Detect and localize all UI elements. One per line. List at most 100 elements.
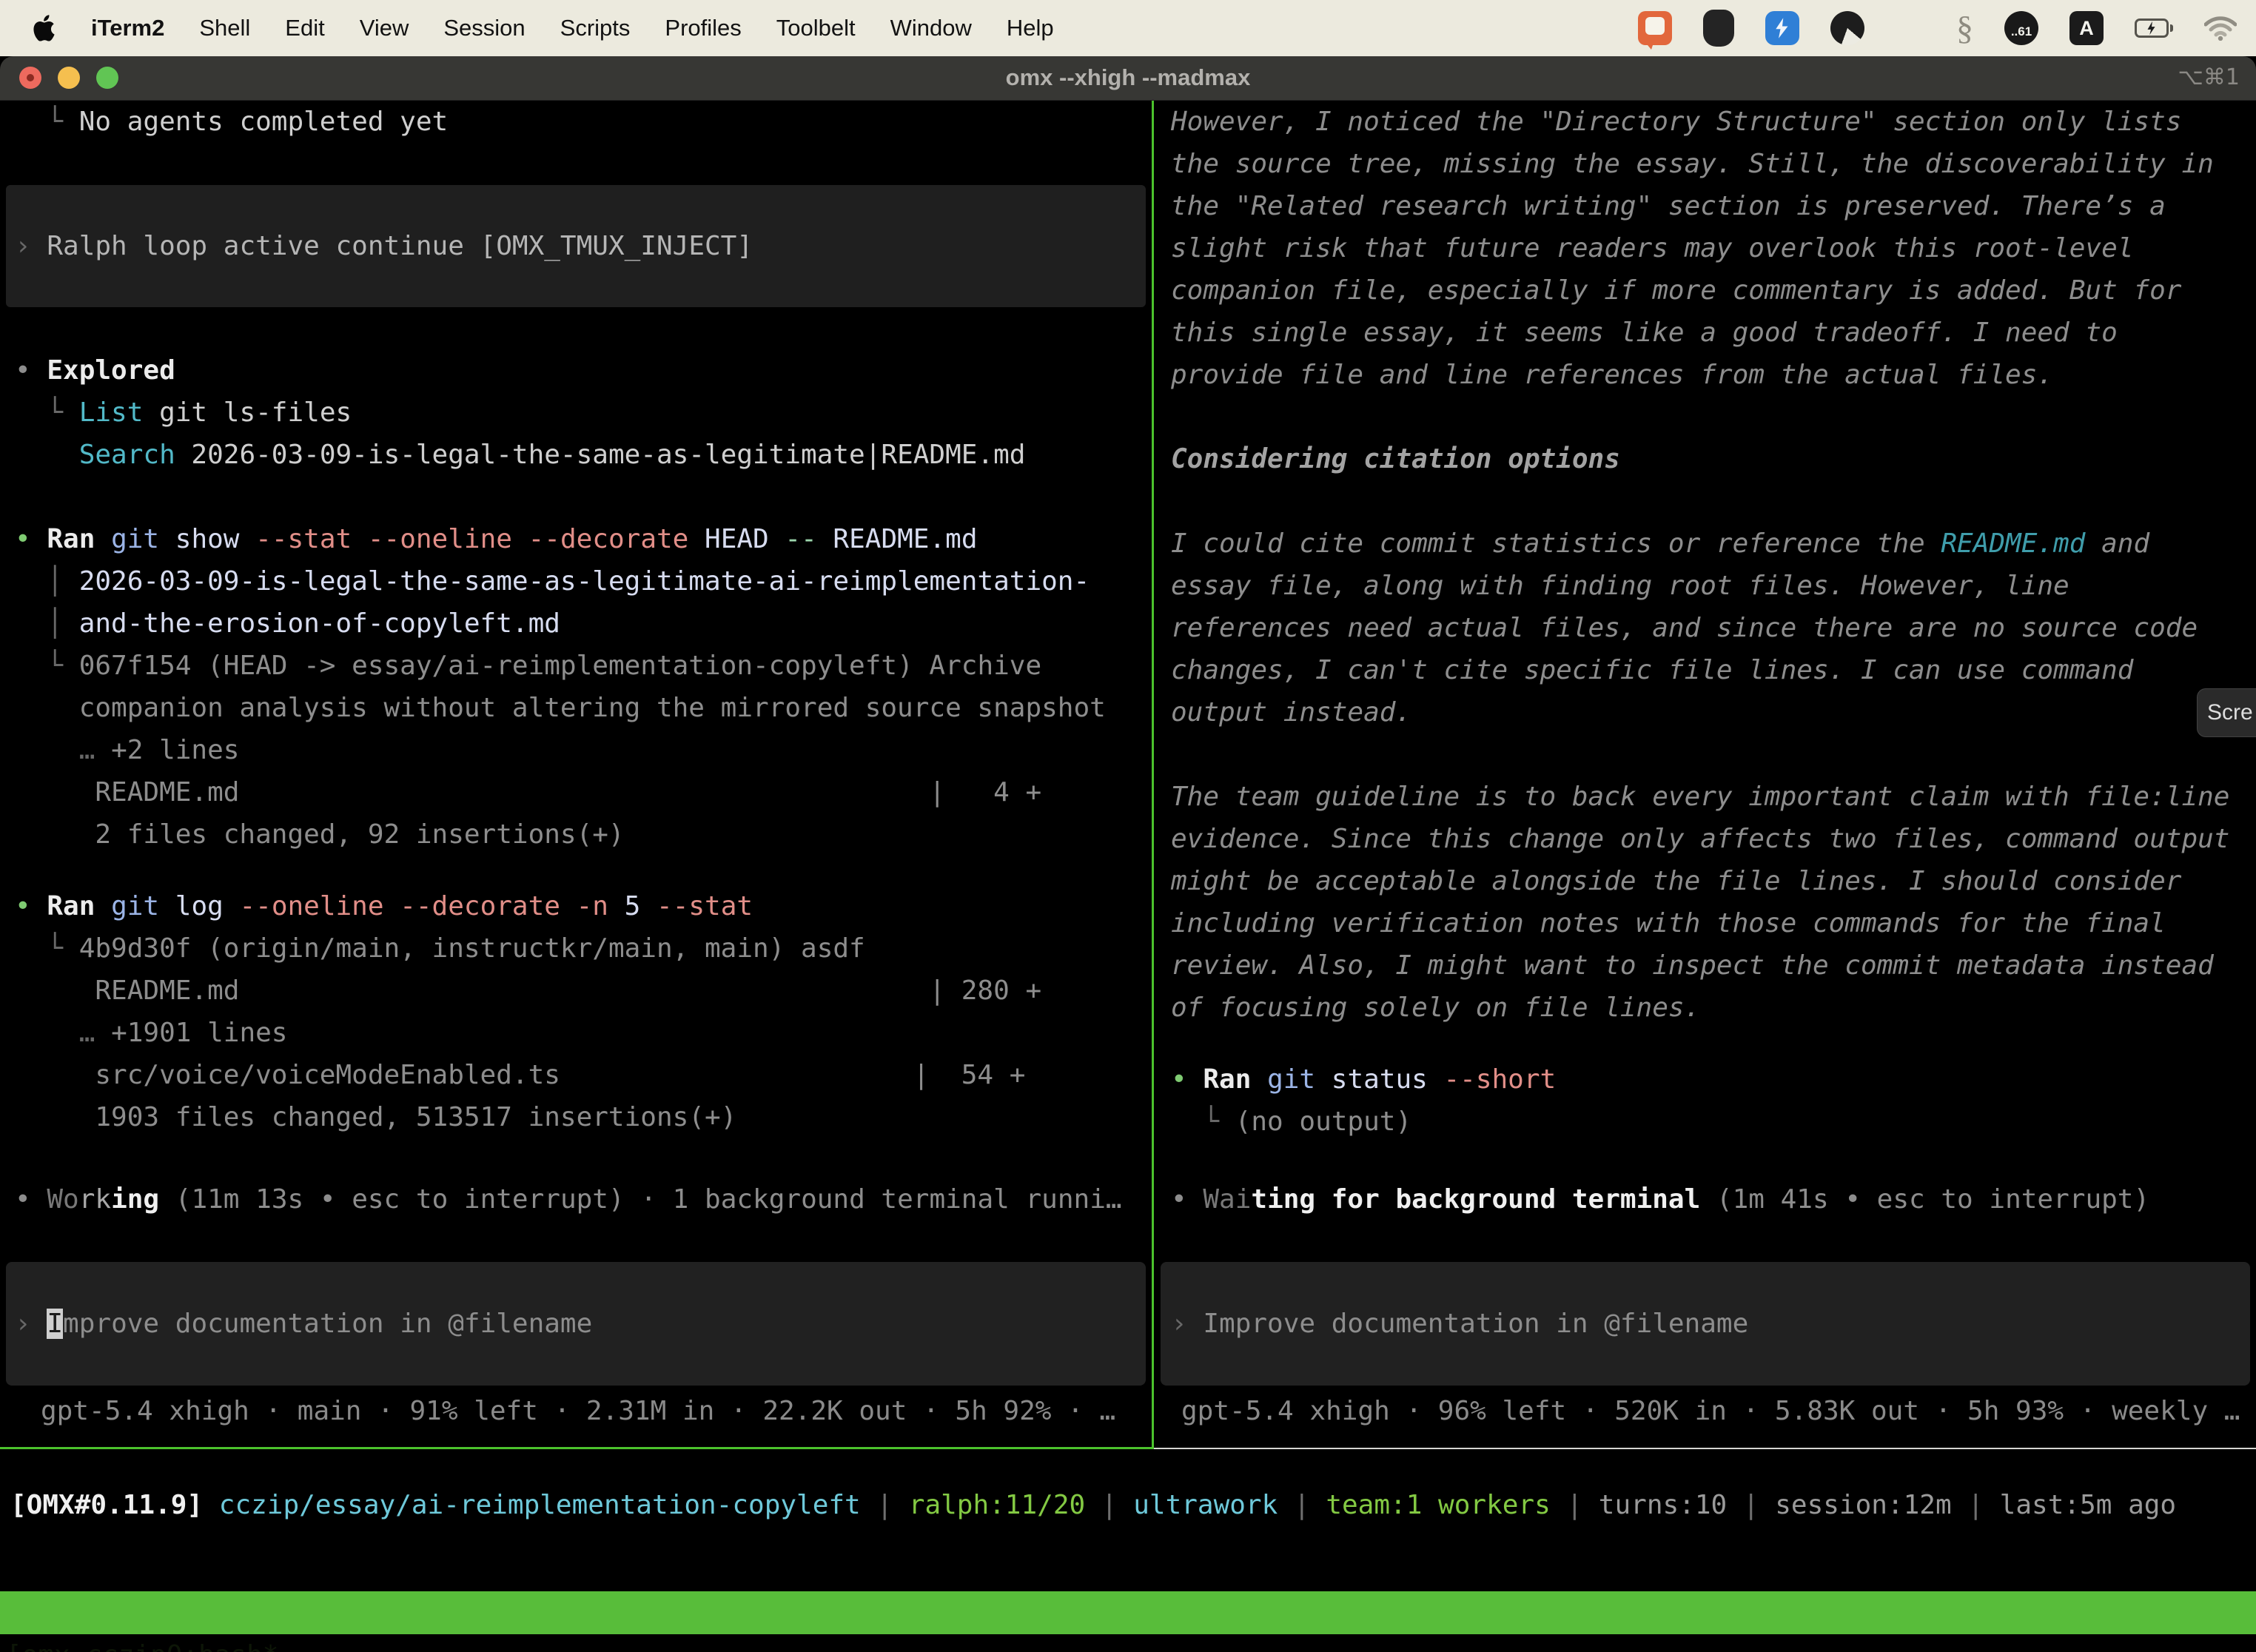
omx-status-segment: | [1085, 1490, 1133, 1520]
menu-item-iterm2[interactable]: iTerm2 [91, 15, 164, 41]
text-segment: Wai [1203, 1184, 1251, 1215]
terminal-line: references need actual files, and since … [1161, 607, 2250, 649]
terminal-blank-line [1161, 1143, 2250, 1178]
menu-item-help[interactable]: Help [1007, 15, 1054, 41]
wifi-icon[interactable] [2204, 16, 2237, 41]
text-segment: Considering citation options [1171, 444, 1620, 474]
text-segment: +2 lines [111, 735, 239, 765]
text-segment: └ [15, 397, 79, 428]
chat-icon[interactable] [1638, 11, 1672, 45]
inactive-pane-border [1154, 1448, 2256, 1449]
menu-item-profiles[interactable]: Profiles [665, 15, 741, 41]
dots-grid-icon[interactable] [1896, 13, 1925, 43]
letter-a-icon[interactable]: A [2069, 11, 2104, 45]
pie-icon[interactable] [1830, 11, 1864, 45]
text-segment: ing [111, 1184, 159, 1215]
battery-bolt [2143, 19, 2160, 37]
omx-status-segment: team:1 workers [1326, 1490, 1550, 1520]
terminal-line: including verification notes with those … [1161, 902, 2250, 944]
lightning-hex-icon[interactable] [1765, 11, 1799, 45]
screen-share-badge[interactable]: Scre [2197, 688, 2256, 737]
text-segment: slight risk that future readers may over… [1171, 233, 2133, 263]
chat-icon-inner [1645, 17, 1665, 35]
text-segment: the "Related research writing" section i… [1171, 191, 2166, 221]
terminal-message-box: › Ralph loop active continue [OMX_TMUX_I… [6, 185, 1146, 307]
tmux-window-tab[interactable]: [omx-cczip0:bash* [6, 1634, 278, 1652]
terminal-line: • Explored [6, 349, 1146, 392]
terminal-line: 2 files changed, 92 insertions(+) [6, 813, 1146, 856]
text-segment: Ran [47, 891, 111, 921]
terminal-blank-line [1161, 733, 2250, 776]
text-segment: this single essay, it seems like a good … [1171, 318, 2118, 348]
terminal-line: provide file and line references from th… [1161, 354, 2250, 396]
menu-item-toolbelt[interactable]: Toolbelt [776, 15, 856, 41]
text-segment: … [79, 735, 111, 765]
text-segment: › [15, 231, 47, 261]
text-segment: • [1171, 1064, 1203, 1095]
text-segment: • [15, 355, 47, 386]
squiggle-icon[interactable]: § [1956, 11, 1973, 45]
badge-61-icon[interactable]: ..61 [2004, 11, 2038, 45]
terminal-line: companion file, especially if more comme… [1161, 269, 2250, 312]
omx-status-segment: [OMX#0.11.9] [10, 1490, 203, 1520]
right-prompt-input[interactable]: › Improve documentation in @filename [1161, 1262, 2250, 1386]
terminal-line: might be acceptable alongside the file l… [1161, 860, 2250, 902]
text-segment: I could cite commit statistics or refere… [1171, 528, 1941, 559]
battery-icon[interactable] [2135, 19, 2173, 38]
apple-menu-icon[interactable] [30, 13, 56, 44]
terminal-line: The team guideline is to back every impo… [1161, 776, 2250, 818]
text-segment: README.md | 4 + [15, 777, 1041, 807]
text-segment: HEAD [705, 524, 785, 554]
terminal-line: • Waiting for background terminal (1m 41… [1161, 1178, 2250, 1220]
text-segment: (11m 13s • esc to interrupt) · 1 backgro… [159, 1184, 1121, 1215]
text-segment: 067f154 (HEAD -> essay/ai-reimplementati… [79, 651, 1041, 681]
menu-item-shell[interactable]: Shell [199, 15, 250, 41]
terminal-line: output instead. [1161, 691, 2250, 733]
text-segment [15, 735, 79, 765]
text-segment: provide file and line references from th… [1171, 360, 2053, 390]
menu-item-session[interactable]: Session [443, 15, 525, 41]
shield-icon[interactable] [1703, 10, 1734, 47]
tmux-panes: └ No agents completed yet › Ralph loop ac… [0, 101, 2256, 1451]
terminal-line: I could cite commit statistics or refere… [1161, 523, 2250, 565]
menu-item-view[interactable]: View [360, 15, 409, 41]
omx-status-segment [203, 1490, 219, 1520]
pane-divider[interactable] [1152, 101, 1154, 1449]
menu-item-window[interactable]: Window [890, 15, 972, 41]
active-pane-border [0, 1447, 1152, 1449]
terminal-line: review. Also, I might want to inspect th… [1161, 944, 2250, 987]
text-segment: └ [15, 107, 79, 137]
menu-item-scripts[interactable]: Scripts [560, 15, 631, 41]
omx-status-segment: cczip/essay/ai-reimplementation-copyleft [219, 1490, 861, 1520]
text-segment: might be acceptable alongside the file l… [1171, 866, 2181, 896]
text-segment: show [175, 524, 255, 554]
terminal-line: └ No agents completed yet [6, 101, 1146, 143]
terminal-blank-line [1161, 1029, 2250, 1058]
text-segment: --stat --oneline --decorate [255, 524, 705, 554]
text-segment: The team guideline is to back every impo… [1171, 782, 2229, 812]
right-input-text: Improve documentation in @filename [1203, 1309, 1748, 1339]
menu-item-edit[interactable]: Edit [285, 15, 324, 41]
text-segment: • [15, 891, 47, 921]
left-prompt-input[interactable]: › Improve documentation in @filename [6, 1262, 1146, 1386]
window-title-bar[interactable]: omx --xhigh --madmax ⌥⌘1 [0, 56, 2256, 101]
right-pane-status-line: gpt-5.4 xhigh · 96% left · 520K in · 5.8… [1181, 1390, 2240, 1432]
text-segment: git [1267, 1064, 1332, 1095]
text-segment: essay file, along with finding root file… [1171, 571, 2069, 601]
right-pane-scrollback: However, I noticed the "Directory Struct… [1161, 101, 2250, 1447]
prompt-chevron-icon: › [1171, 1309, 1203, 1339]
text-segment: Ran [47, 524, 111, 554]
left-pane-status-line: gpt-5.4 xhigh · main · 91% left · 2.31M … [41, 1390, 1115, 1432]
text-segment: src/voice/voiceModeEnabled.ts | 54 + [15, 1060, 1025, 1090]
text-segment: output instead. [1171, 697, 1411, 728]
text-segment: changes, I can't cite specific file line… [1171, 655, 2133, 685]
iterm-window: omx --xhigh --madmax ⌥⌘1 └ No agents com… [0, 56, 2256, 1652]
terminal-line: the "Related research writing" section i… [1161, 185, 2250, 227]
text-segment: No agents completed yet [79, 107, 449, 137]
terminal-blank-line [1161, 480, 2250, 523]
text-segment: • [15, 1184, 47, 1215]
terminal-blank-line [6, 143, 1146, 185]
text-segment: 2 files changed, 92 insertions(+) [15, 819, 625, 850]
terminal-line: the source tree, missing the essay. Stil… [1161, 143, 2250, 185]
terminal-blank-line [1161, 396, 2250, 438]
